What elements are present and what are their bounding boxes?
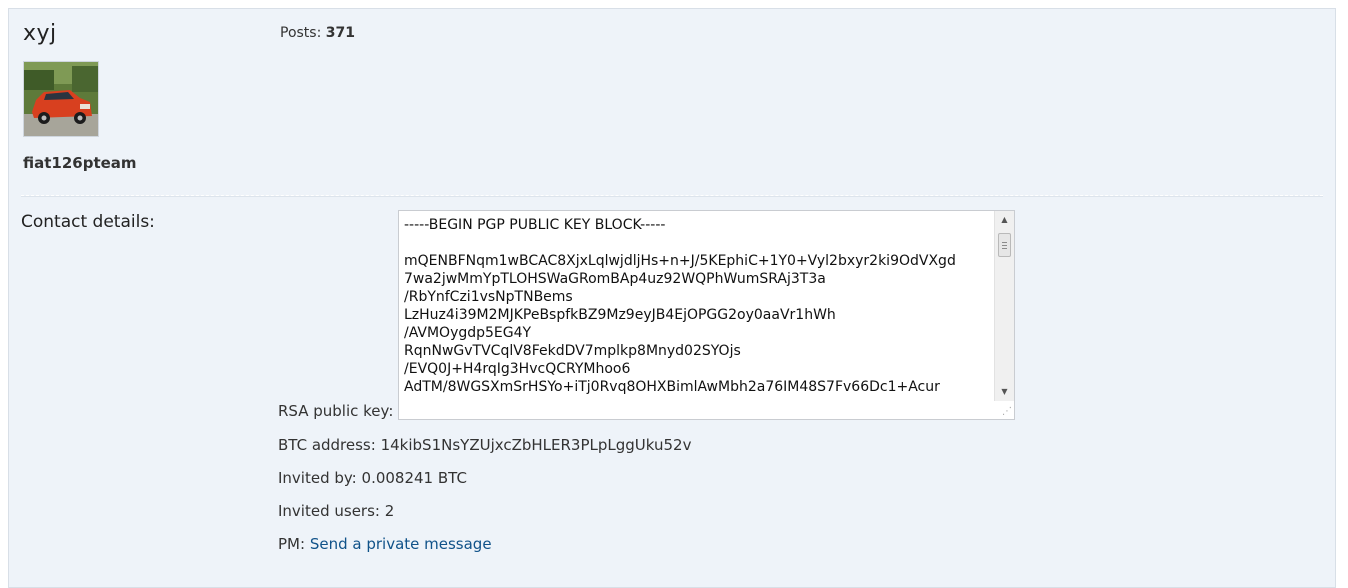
rsa-key-label: RSA public key:	[278, 402, 394, 420]
invited-users-label: Invited users:	[278, 502, 380, 520]
posts-value: 371	[325, 25, 355, 41]
btc-address-label: BTC address:	[278, 436, 376, 454]
resize-grip-icon[interactable]: ⋰	[1002, 407, 1012, 417]
profile-panel: xyj fiat126pteam Posts: 371 Contact deta…	[8, 8, 1336, 588]
textarea-scrollbar[interactable]: ▲ ▼	[994, 211, 1014, 401]
scrollbar-thumb[interactable]	[998, 233, 1011, 257]
contact-details-heading: Contact details:	[21, 212, 155, 232]
invited-by-value: 0.008241 BTC	[361, 469, 467, 487]
avatar-image	[24, 62, 98, 136]
username[interactable]: xyj	[23, 21, 57, 46]
posts-label: Posts:	[280, 25, 322, 41]
user-rank: fiat126pteam	[23, 154, 137, 172]
invited-by-label: Invited by:	[278, 469, 357, 487]
send-private-message-link[interactable]: Send a private message	[310, 535, 492, 553]
invited-users-value: 2	[384, 502, 395, 520]
arrow-up-icon[interactable]: ▲	[995, 212, 1014, 228]
rsa-key-row: RSA public key:	[278, 402, 393, 420]
invited-by-row: Invited by: 0.008241 BTC	[278, 469, 467, 487]
rsa-key-text[interactable]: -----BEGIN PGP PUBLIC KEY BLOCK----- mQE…	[404, 216, 989, 396]
section-divider	[21, 195, 1323, 196]
btc-address-row: BTC address: 14kibS1NsYZUjxcZbHLER3PLpLg…	[278, 436, 691, 454]
rsa-key-textarea[interactable]: -----BEGIN PGP PUBLIC KEY BLOCK----- mQE…	[398, 210, 1015, 420]
post-count: Posts: 371	[280, 25, 355, 41]
btc-address-value: 14kibS1NsYZUjxcZbHLER3PLpLggUku52v	[380, 436, 692, 454]
pm-label: PM:	[278, 535, 306, 553]
arrow-down-icon[interactable]: ▼	[995, 384, 1014, 400]
pm-row: PM: Send a private message	[278, 535, 492, 553]
avatar[interactable]	[23, 61, 99, 137]
invited-users-row: Invited users: 2	[278, 502, 394, 520]
